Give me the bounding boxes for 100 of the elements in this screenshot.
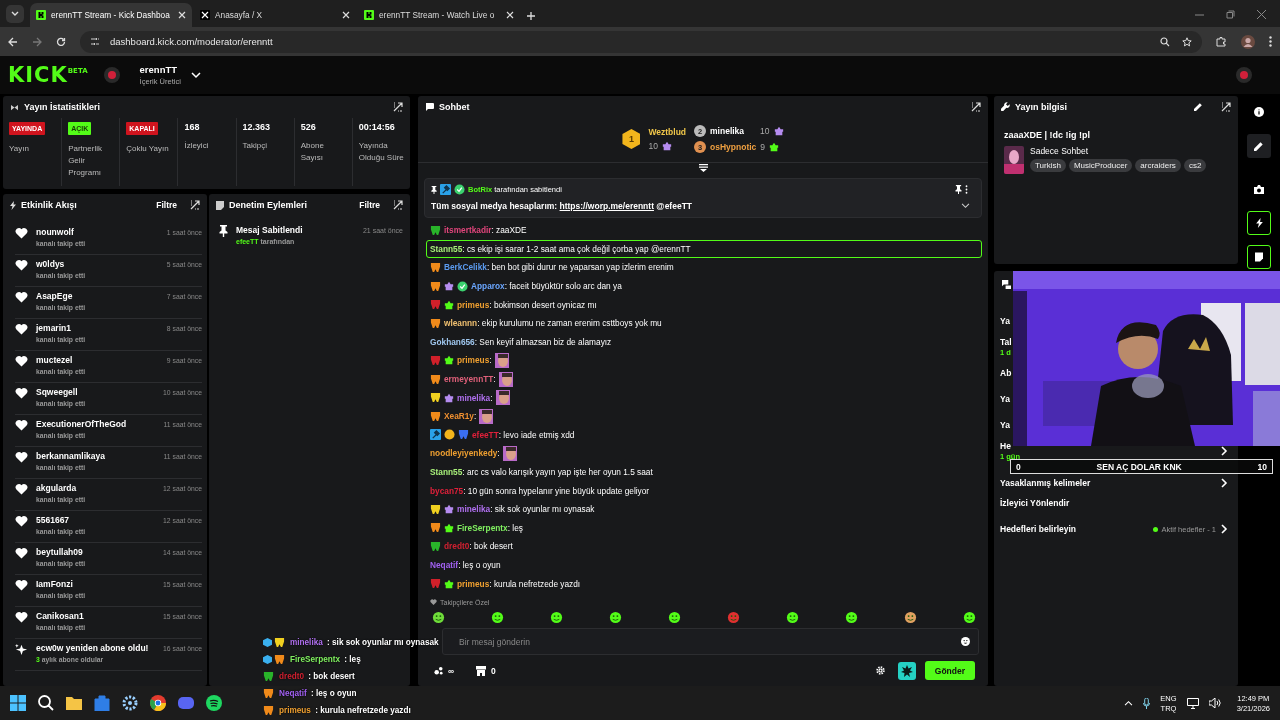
leader-name[interactable]: osHypnotic — [710, 142, 757, 152]
emote-icon[interactable] — [963, 610, 976, 624]
chevron-down-icon[interactable] — [961, 203, 970, 209]
popout-icon[interactable] — [393, 200, 403, 210]
forward-icon[interactable] — [32, 36, 42, 47]
chevron-down-icon — [11, 11, 19, 17]
browser-tab[interactable]: erennTT Stream - Kick Dashboa — [30, 3, 192, 27]
address-bar[interactable]: dashboard.kick.com/moderator/erenntt — [80, 30, 1202, 53]
tag[interactable]: MusicProducer — [1068, 159, 1133, 172]
store-icon[interactable] — [476, 665, 487, 676]
popout-icon[interactable] — [1221, 101, 1231, 112]
site-settings-icon[interactable] — [90, 36, 100, 46]
setting-label[interactable]: Ya — [1000, 394, 1010, 404]
stream-title: zaaaXDE | !dc !ig !pl — [1003, 129, 1092, 140]
gift-count: 10 — [760, 126, 770, 136]
profile-avatar[interactable] — [1241, 34, 1255, 49]
filter-button[interactable]: Filtre — [156, 200, 177, 210]
back-icon[interactable] — [8, 36, 18, 47]
chat-message: primeus: — [426, 351, 982, 370]
message-input[interactable]: Bir mesaj gönderin — [442, 628, 979, 655]
chat-message: primeus: bokimson desert oynicaz mı — [426, 295, 982, 314]
setting-label[interactable]: Ab — [1000, 368, 1012, 378]
chevron-right-icon[interactable] — [1220, 524, 1228, 534]
emote-icon[interactable] — [550, 610, 563, 624]
setting-label[interactable]: Yasaklanmış kelimeler — [1000, 478, 1091, 488]
gift-icon — [444, 355, 454, 366]
plus-icon[interactable] — [526, 11, 536, 21]
popout-icon[interactable] — [971, 102, 981, 112]
event-user: beytullah09 — [36, 547, 84, 557]
tag[interactable]: cs2 — [1183, 159, 1207, 172]
restore-icon[interactable] — [1226, 10, 1235, 19]
settings-icon[interactable] — [875, 666, 885, 675]
chevron-up-icon[interactable] — [1124, 700, 1134, 706]
gift-count: 10 — [648, 141, 658, 151]
stat-label: Yayın — [9, 143, 30, 155]
emote-icon[interactable] — [609, 610, 622, 624]
emote-icon[interactable] — [786, 610, 799, 624]
music-app-icon[interactable] — [206, 695, 222, 711]
search-icon[interactable] — [38, 695, 54, 711]
browser-tab[interactable]: Anasayfa / X — [194, 3, 356, 27]
unpin-icon[interactable] — [955, 185, 962, 194]
microphone-icon[interactable] — [1143, 697, 1151, 709]
reload-icon[interactable] — [56, 36, 66, 47]
tab-menu-button[interactable] — [6, 5, 24, 23]
volume-icon[interactable] — [1208, 698, 1221, 708]
edit-button[interactable] — [1247, 134, 1271, 158]
chat-message: dredt0: bok desert — [426, 537, 982, 556]
setting-label[interactable]: Ya — [1000, 316, 1010, 326]
more-icon[interactable] — [965, 185, 968, 194]
leader-name[interactable]: minelika — [710, 126, 745, 136]
chat-app-icon[interactable] — [178, 695, 194, 711]
stream-category[interactable]: Sadece Sohbet — [1030, 146, 1207, 156]
emote-icon[interactable] — [668, 610, 681, 624]
lightning-button[interactable] — [1247, 211, 1271, 235]
leader-name[interactable]: Weztblud — [648, 127, 687, 137]
emote-icon[interactable] — [904, 610, 917, 624]
notes-button[interactable] — [1247, 245, 1271, 269]
emote-icon[interactable] — [845, 610, 858, 624]
setting-label[interactable]: Tal — [1000, 337, 1012, 347]
folder-icon[interactable] — [66, 696, 82, 710]
event-user: AsapEge — [36, 291, 74, 301]
tag[interactable]: arcraiders — [1135, 159, 1181, 172]
tag[interactable]: Turkish — [1030, 159, 1066, 172]
edit-icon[interactable] — [1194, 102, 1203, 111]
gear-app-icon[interactable] — [122, 695, 138, 711]
status-dot — [1153, 526, 1159, 532]
overlay-chat-message: FireSerpentx : leş — [263, 651, 361, 668]
chevron-right-icon[interactable] — [1220, 446, 1228, 456]
setting-label[interactable]: He — [1000, 441, 1011, 451]
emote-picker-button[interactable] — [897, 661, 916, 680]
link[interactable]: https://worp.me/erenntt — [559, 201, 654, 211]
shield-badge-icon — [430, 299, 441, 311]
browser-icon[interactable] — [150, 695, 166, 711]
chevron-right-icon[interactable] — [1220, 478, 1228, 488]
shield-badge-icon — [263, 705, 274, 716]
heart-icon — [430, 599, 437, 605]
event-user: Sqweegell — [36, 387, 79, 397]
emote-icon[interactable] — [491, 610, 504, 624]
chat-message: XeaR1y: — [426, 406, 982, 426]
popout-icon[interactable] — [393, 102, 403, 112]
popout-icon[interactable] — [190, 200, 200, 210]
heart-icon — [15, 291, 28, 303]
emote-icon[interactable] — [432, 610, 445, 624]
heart-icon — [15, 515, 28, 527]
channel-avatar[interactable] — [1236, 67, 1252, 83]
tab-favicon-icon — [36, 10, 46, 20]
setting-label[interactable]: Hedefleri belirleyin — [1000, 524, 1077, 534]
filter-button[interactable]: Filtre — [359, 200, 380, 210]
setting-label[interactable]: İzleyici Yönlendir — [1000, 498, 1070, 508]
star-icon[interactable] — [1182, 36, 1192, 47]
network-icon[interactable] — [1186, 697, 1199, 709]
send-button[interactable]: Gönder — [924, 661, 975, 680]
extensions-icon[interactable] — [1216, 36, 1227, 47]
more-icon[interactable] — [1269, 36, 1272, 47]
emoji-icon[interactable] — [961, 637, 970, 646]
windows-icon[interactable] — [10, 695, 26, 711]
setting-label[interactable]: Ya — [1000, 420, 1010, 430]
zoom-icon[interactable] — [1160, 36, 1170, 47]
browser-tab[interactable]: erennTT Stream - Watch Live o — [358, 3, 520, 27]
expand-icon[interactable] — [698, 163, 708, 172]
